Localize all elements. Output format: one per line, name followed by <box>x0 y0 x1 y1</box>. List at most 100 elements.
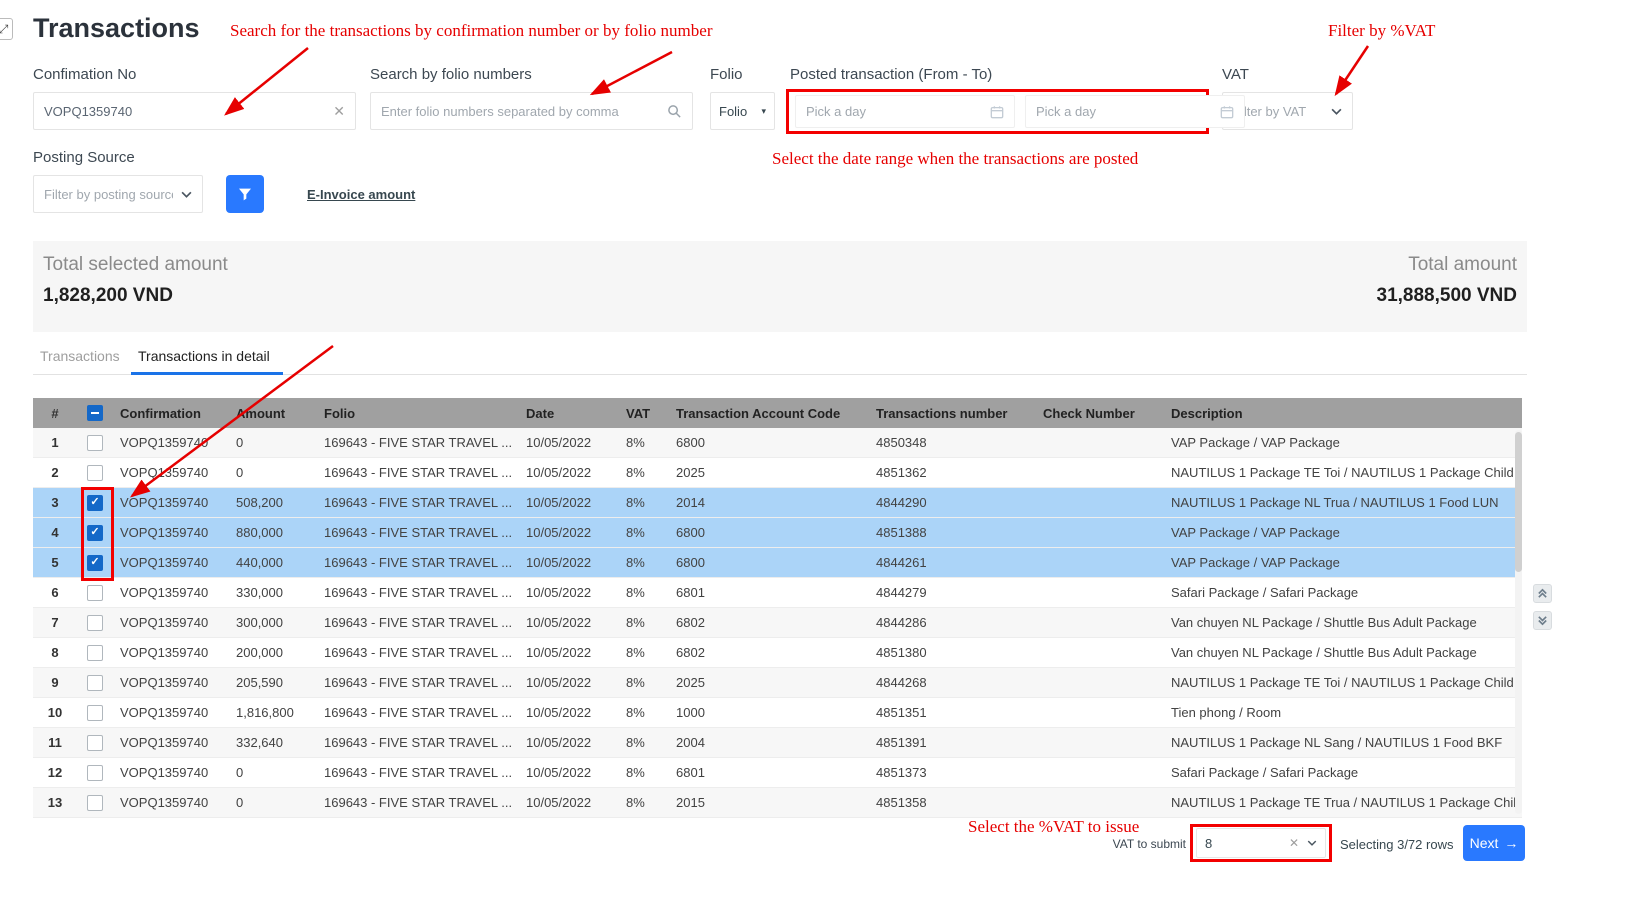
clear-icon[interactable]: ✕ <box>333 103 345 120</box>
cell-date: 10/05/2022 <box>519 645 619 660</box>
row-checkbox[interactable] <box>87 795 103 811</box>
table-row[interactable]: 3VOPQ1359740508,200169643 - FIVE STAR TR… <box>33 488 1522 518</box>
vat-filter-placeholder: Filter by VAT <box>1233 104 1323 119</box>
row-checkbox-cell <box>77 555 113 571</box>
row-checkbox[interactable] <box>87 435 103 451</box>
tab-transactions[interactable]: Transactions <box>40 348 120 364</box>
row-checkbox[interactable] <box>87 615 103 631</box>
row-checkbox[interactable] <box>87 495 103 511</box>
vat-to-submit-label: VAT to submit <box>1080 837 1186 851</box>
folio-dropdown[interactable]: Folio ▾ <box>710 92 775 130</box>
row-checkbox-cell <box>77 495 113 511</box>
row-checkbox[interactable] <box>87 555 103 571</box>
vat-to-submit-dropdown[interactable]: 8 ✕ <box>1196 828 1326 858</box>
cell-amount: 205,590 <box>229 675 317 690</box>
total-selected-amount: 1,828,200 VND <box>43 285 173 307</box>
row-checkbox-cell <box>77 435 113 451</box>
select-all-checkbox[interactable] <box>87 405 103 421</box>
calendar-icon[interactable] <box>1220 105 1234 119</box>
row-checkbox-cell <box>77 615 113 631</box>
confirmation-label: Confimation No <box>33 66 136 83</box>
confirmation-input-wrap: ✕ <box>33 92 356 130</box>
tab-transactions-in-detail[interactable]: Transactions in detail <box>138 348 270 364</box>
cell-amount: 332,640 <box>229 735 317 750</box>
scroll-to-bottom-button[interactable] <box>1533 611 1552 630</box>
table-header: # Confirmation Amount Folio Date VAT Tra… <box>33 398 1522 428</box>
next-button[interactable]: Next → <box>1463 825 1525 861</box>
vat-to-submit-highlight: 8 ✕ <box>1190 824 1332 862</box>
header-check-number: Check Number <box>1036 406 1164 421</box>
row-checkbox[interactable] <box>87 465 103 481</box>
row-checkbox[interactable] <box>87 645 103 661</box>
annotation-vat-filter-hint: Filter by %VAT <box>1328 21 1435 41</box>
cell-confirmation: VOPQ1359740 <box>113 735 229 750</box>
cell-transaction-number: 4844290 <box>869 495 1036 510</box>
page-title: Transactions <box>33 13 200 44</box>
cell-confirmation: VOPQ1359740 <box>113 765 229 780</box>
cell-transaction-number: 4844279 <box>869 585 1036 600</box>
date-from-input[interactable] <box>806 104 982 119</box>
row-index: 7 <box>33 615 77 630</box>
einvoice-amount-link[interactable]: E-Invoice amount <box>307 187 415 202</box>
table-row[interactable]: 1VOPQ13597400169643 - FIVE STAR TRAVEL .… <box>33 428 1522 458</box>
cell-transaction-number: 4851362 <box>869 465 1036 480</box>
cell-transaction-number: 4850348 <box>869 435 1036 450</box>
confirmation-input[interactable] <box>44 104 325 119</box>
cell-account-code: 6800 <box>669 435 869 450</box>
cell-account-code: 2015 <box>669 795 869 810</box>
table-row[interactable]: 10VOPQ13597401,816,800169643 - FIVE STAR… <box>33 698 1522 728</box>
table-scrollbar-thumb[interactable] <box>1515 432 1522 572</box>
folio-search-input[interactable] <box>381 104 659 119</box>
posting-source-dropdown[interactable]: Filter by posting source <box>33 175 203 213</box>
cell-transaction-number: 4851351 <box>869 705 1036 720</box>
cell-transaction-number: 4844286 <box>869 615 1036 630</box>
clear-icon[interactable]: ✕ <box>1289 836 1299 850</box>
cell-account-code: 6801 <box>669 585 869 600</box>
cell-amount: 0 <box>229 765 317 780</box>
cell-description: Tien phong / Room <box>1164 705 1522 720</box>
cell-date: 10/05/2022 <box>519 495 619 510</box>
cell-confirmation: VOPQ1359740 <box>113 555 229 570</box>
cell-amount: 440,000 <box>229 555 317 570</box>
row-checkbox[interactable] <box>87 585 103 601</box>
cell-transaction-number: 4844268 <box>869 675 1036 690</box>
apply-filter-button[interactable] <box>226 175 264 213</box>
next-button-label: Next <box>1470 835 1499 851</box>
cell-description: Safari Package / Safari Package <box>1164 585 1522 600</box>
cell-vat: 8% <box>619 435 669 450</box>
row-checkbox[interactable] <box>87 675 103 691</box>
table-row[interactable]: 7VOPQ1359740300,000169643 - FIVE STAR TR… <box>33 608 1522 638</box>
row-checkbox-cell <box>77 795 113 811</box>
cell-description: VAP Package / VAP Package <box>1164 525 1522 540</box>
table-row[interactable]: 6VOPQ1359740330,000169643 - FIVE STAR TR… <box>33 578 1522 608</box>
row-checkbox[interactable] <box>87 735 103 751</box>
table-row[interactable]: 9VOPQ1359740205,590169643 - FIVE STAR TR… <box>33 668 1522 698</box>
table-row[interactable]: 5VOPQ1359740440,000169643 - FIVE STAR TR… <box>33 548 1522 578</box>
arrow-right-icon: → <box>1504 835 1518 851</box>
table-scrollbar-track[interactable] <box>1515 430 1522 814</box>
row-checkbox[interactable] <box>87 525 103 541</box>
chevron-down-icon <box>181 191 192 198</box>
calendar-icon[interactable] <box>990 105 1004 119</box>
scroll-to-top-button[interactable] <box>1533 584 1552 603</box>
expand-icon[interactable]: ⤢ <box>0 18 13 40</box>
table-row[interactable]: 11VOPQ1359740332,640169643 - FIVE STAR T… <box>33 728 1522 758</box>
tab-bar: Transactions Transactions in detail <box>33 344 1527 375</box>
cell-folio: 169643 - FIVE STAR TRAVEL ... <box>317 495 519 510</box>
double-chevron-down-icon <box>1537 615 1548 626</box>
posting-source-placeholder: Filter by posting source <box>44 187 173 202</box>
cell-account-code: 2025 <box>669 675 869 690</box>
cell-confirmation: VOPQ1359740 <box>113 615 229 630</box>
date-to-input[interactable] <box>1036 104 1212 119</box>
header-amount: Amount <box>229 406 317 421</box>
table-row[interactable]: 12VOPQ13597400169643 - FIVE STAR TRAVEL … <box>33 758 1522 788</box>
table-row[interactable]: 4VOPQ1359740880,000169643 - FIVE STAR TR… <box>33 518 1522 548</box>
row-checkbox[interactable] <box>87 705 103 721</box>
row-checkbox[interactable] <box>87 765 103 781</box>
cell-confirmation: VOPQ1359740 <box>113 675 229 690</box>
cell-confirmation: VOPQ1359740 <box>113 705 229 720</box>
table-row[interactable]: 2VOPQ13597400169643 - FIVE STAR TRAVEL .… <box>33 458 1522 488</box>
table-row[interactable]: 8VOPQ1359740200,000169643 - FIVE STAR TR… <box>33 638 1522 668</box>
cell-date: 10/05/2022 <box>519 795 619 810</box>
table-row[interactable]: 13VOPQ13597400169643 - FIVE STAR TRAVEL … <box>33 788 1522 818</box>
